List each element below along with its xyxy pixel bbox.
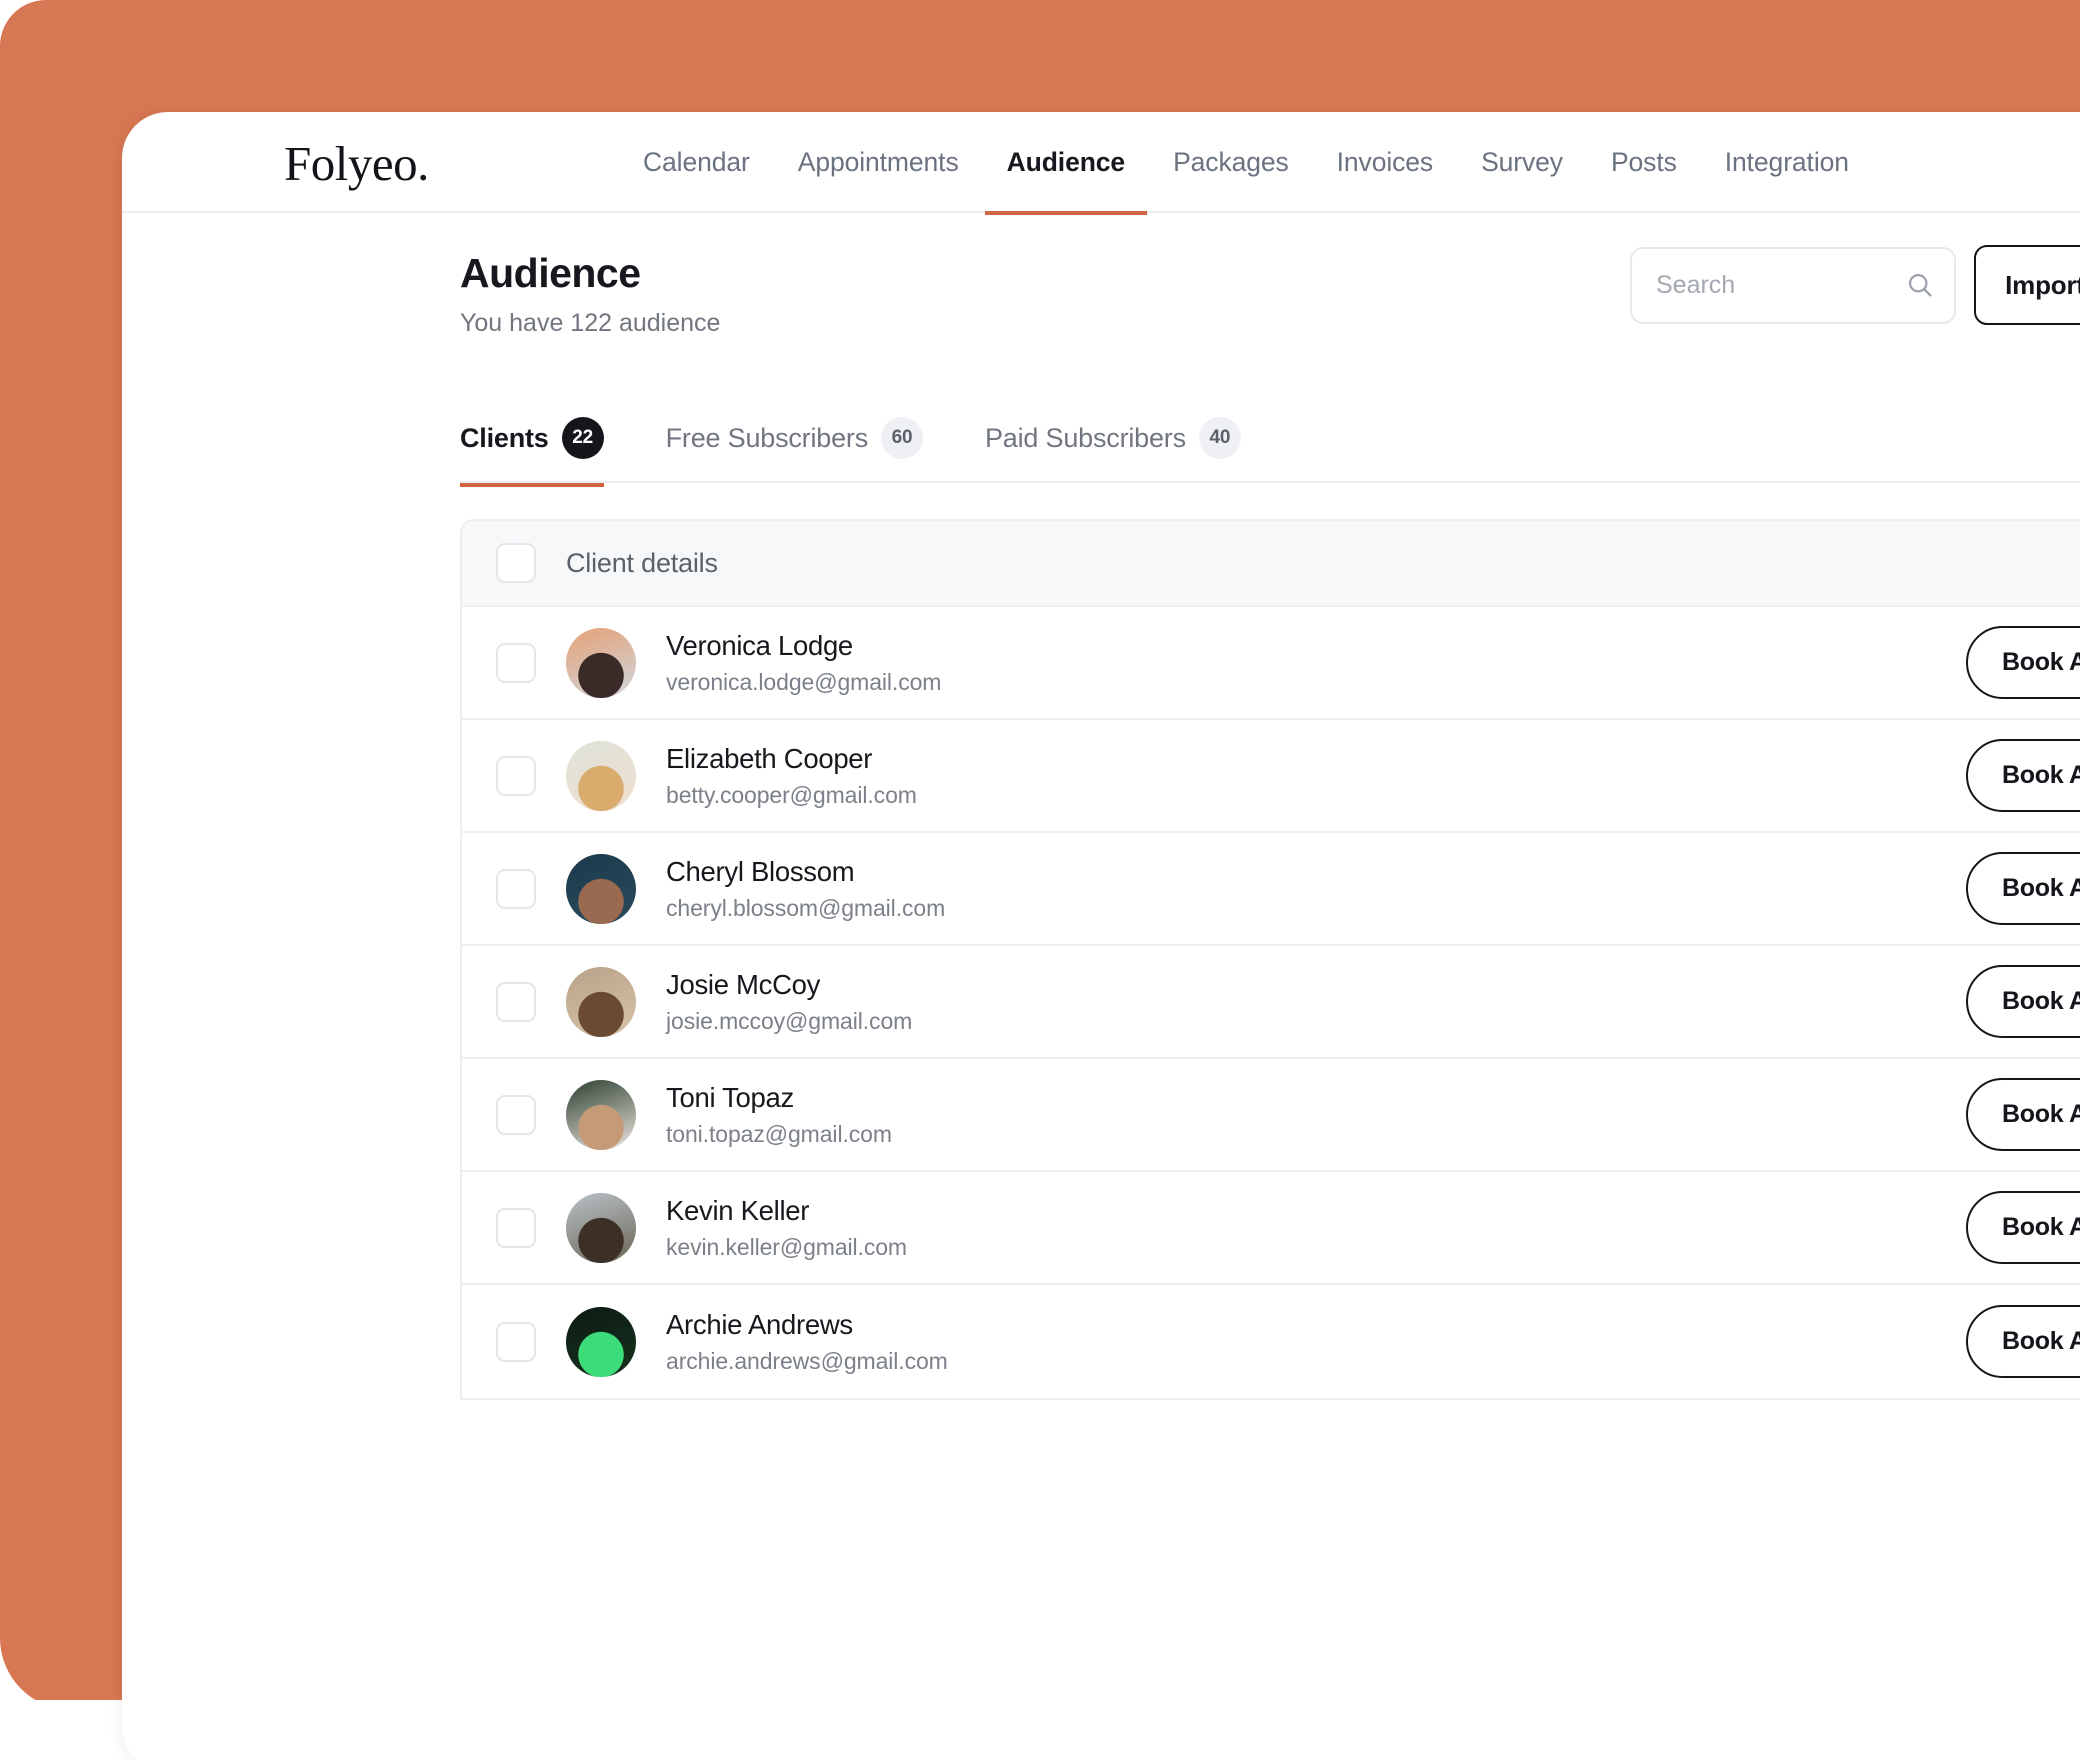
client-identity: Archie Andrews archie.andrews@gmail.com xyxy=(666,1308,948,1375)
row-checkbox[interactable] xyxy=(496,981,536,1022)
nav-links: Calendar Appointments Audience Packages … xyxy=(619,112,1873,215)
nav-item-posts[interactable]: Posts xyxy=(1587,112,1701,213)
row-checkbox[interactable] xyxy=(496,642,536,683)
row-checkbox[interactable] xyxy=(496,1207,536,1248)
avatar xyxy=(566,740,636,811)
avatar xyxy=(566,1306,636,1377)
client-identity: Veronica Lodge veronica.lodge@gmail.com xyxy=(666,629,941,696)
select-all-checkbox[interactable] xyxy=(496,543,536,583)
import-button[interactable]: Import xyxy=(1974,245,2080,325)
avatar xyxy=(566,966,636,1037)
table-row[interactable]: Toni Topaz toni.topaz@gmail.com Book Appoi… xyxy=(462,1059,2080,1172)
client-email: josie.mccoy@gmail.com xyxy=(666,1008,913,1034)
client-name: Kevin Keller xyxy=(666,1195,810,1226)
clients-table: Client details Veronica Lodge veronica.lo… xyxy=(460,519,2080,1400)
page-header: Audience You have 122 audience Import xyxy=(122,245,2080,371)
client-email: archie.andrews@gmail.com xyxy=(666,1348,948,1374)
brand-logo[interactable]: Folyeo. xyxy=(284,135,429,192)
client-identity: Kevin Keller kevin.keller@gmail.com xyxy=(666,1194,907,1261)
avatar xyxy=(566,853,636,924)
client-email: betty.cooper@gmail.com xyxy=(666,782,917,808)
nav-item-appointments[interactable]: Appointments xyxy=(774,112,983,213)
avatar xyxy=(566,627,636,698)
table-row[interactable]: Cheryl Blossom cheryl.blossom@gmail.com Bo… xyxy=(462,833,2080,946)
nav-item-invoices[interactable]: Invoices xyxy=(1313,112,1457,213)
table-row[interactable]: Archie Andrews archie.andrews@gmail.com Bo… xyxy=(462,1285,2080,1398)
client-identity: Toni Topaz toni.topaz@gmail.com xyxy=(666,1081,892,1148)
client-name: Toni Topaz xyxy=(666,1082,794,1113)
client-identity: Josie McCoy josie.mccoy@gmail.com xyxy=(666,968,912,1035)
nav-item-packages[interactable]: Packages xyxy=(1149,112,1313,213)
client-email: toni.topaz@gmail.com xyxy=(666,1121,892,1147)
top-navigation-bar: Folyeo. Calendar Appointments Audience P… xyxy=(122,112,2080,215)
tab-paid-subscribers-count: 40 xyxy=(1198,417,1241,459)
book-appointment-button[interactable]: Book Appointment xyxy=(1966,965,2080,1038)
nav-item-survey[interactable]: Survey xyxy=(1457,112,1587,213)
client-email: cheryl.blossom@gmail.com xyxy=(666,895,946,921)
table-row[interactable]: Kevin Keller kevin.keller@gmail.com Book A… xyxy=(462,1172,2080,1285)
search-box[interactable] xyxy=(1630,246,1956,324)
client-name: Cheryl Blossom xyxy=(666,856,855,887)
header-actions: Import xyxy=(1630,245,2080,325)
app-window: Folyeo. Calendar Appointments Audience P… xyxy=(122,112,2080,1760)
client-identity: Elizabeth Cooper betty.cooper@gmail.com xyxy=(666,742,917,809)
table-header-row: Client details xyxy=(462,521,2080,607)
avatar xyxy=(566,1192,636,1263)
client-name: Elizabeth Cooper xyxy=(666,743,873,774)
client-name: Josie McCoy xyxy=(666,969,821,1000)
screenshot-root: Folyeo. Calendar Appointments Audience P… xyxy=(0,0,2080,1760)
table-row[interactable]: Veronica Lodge veronica.lodge@gmail.com Bo… xyxy=(462,607,2080,720)
book-appointment-button[interactable]: Book Appointment xyxy=(1966,1191,2080,1264)
row-checkbox[interactable] xyxy=(496,1094,536,1135)
book-appointment-button[interactable]: Book Appointment xyxy=(1966,739,2080,812)
tab-paid-subscribers-label: Paid Subscribers xyxy=(985,422,1186,453)
client-name: Veronica Lodge xyxy=(666,630,853,661)
client-name: Archie Andrews xyxy=(666,1309,853,1340)
row-checkbox[interactable] xyxy=(496,868,536,909)
client-identity: Cheryl Blossom cheryl.blossom@gmail.com xyxy=(666,855,945,922)
book-appointment-button[interactable]: Book Appointment xyxy=(1966,852,2080,925)
book-appointment-button[interactable]: Book Appointment xyxy=(1966,1078,2080,1151)
tab-paid-subscribers[interactable]: Paid Subscribers 40 xyxy=(985,417,1267,485)
book-appointment-button[interactable]: Book Appointment xyxy=(1966,626,2080,699)
nav-item-audience[interactable]: Audience xyxy=(983,112,1149,215)
table-row[interactable]: Elizabeth Cooper betty.cooper@gmail.com Bo… xyxy=(462,720,2080,833)
column-header-client-details: Client details xyxy=(566,547,718,578)
avatar xyxy=(566,1079,636,1150)
table-body: Veronica Lodge veronica.lodge@gmail.com Bo… xyxy=(462,607,2080,1398)
table-row[interactable]: Josie McCoy josie.mccoy@gmail.com Book App… xyxy=(462,946,2080,1059)
search-input[interactable] xyxy=(1632,248,1954,322)
row-checkbox[interactable] xyxy=(496,1321,536,1362)
audience-tabs: Clients 22 Free Subscribers 60 Paid Subs… xyxy=(460,417,2080,487)
nav-item-integration[interactable]: Integration xyxy=(1701,112,1873,213)
row-checkbox[interactable] xyxy=(496,755,536,796)
tab-free-subscribers-count: 60 xyxy=(881,417,923,459)
tab-free-subscribers-label: Free Subscribers xyxy=(665,422,869,453)
tab-clients-count: 22 xyxy=(561,417,604,459)
book-appointment-button[interactable]: Book Appointment xyxy=(1966,1305,2080,1378)
tab-clients-label: Clients xyxy=(460,422,549,453)
client-email: kevin.keller@gmail.com xyxy=(666,1234,907,1260)
tab-free-subscribers[interactable]: Free Subscribers 60 xyxy=(666,417,949,485)
tab-clients[interactable]: Clients 22 xyxy=(460,417,630,487)
nav-item-calendar[interactable]: Calendar xyxy=(619,112,774,213)
client-email: veronica.lodge@gmail.com xyxy=(666,669,942,695)
